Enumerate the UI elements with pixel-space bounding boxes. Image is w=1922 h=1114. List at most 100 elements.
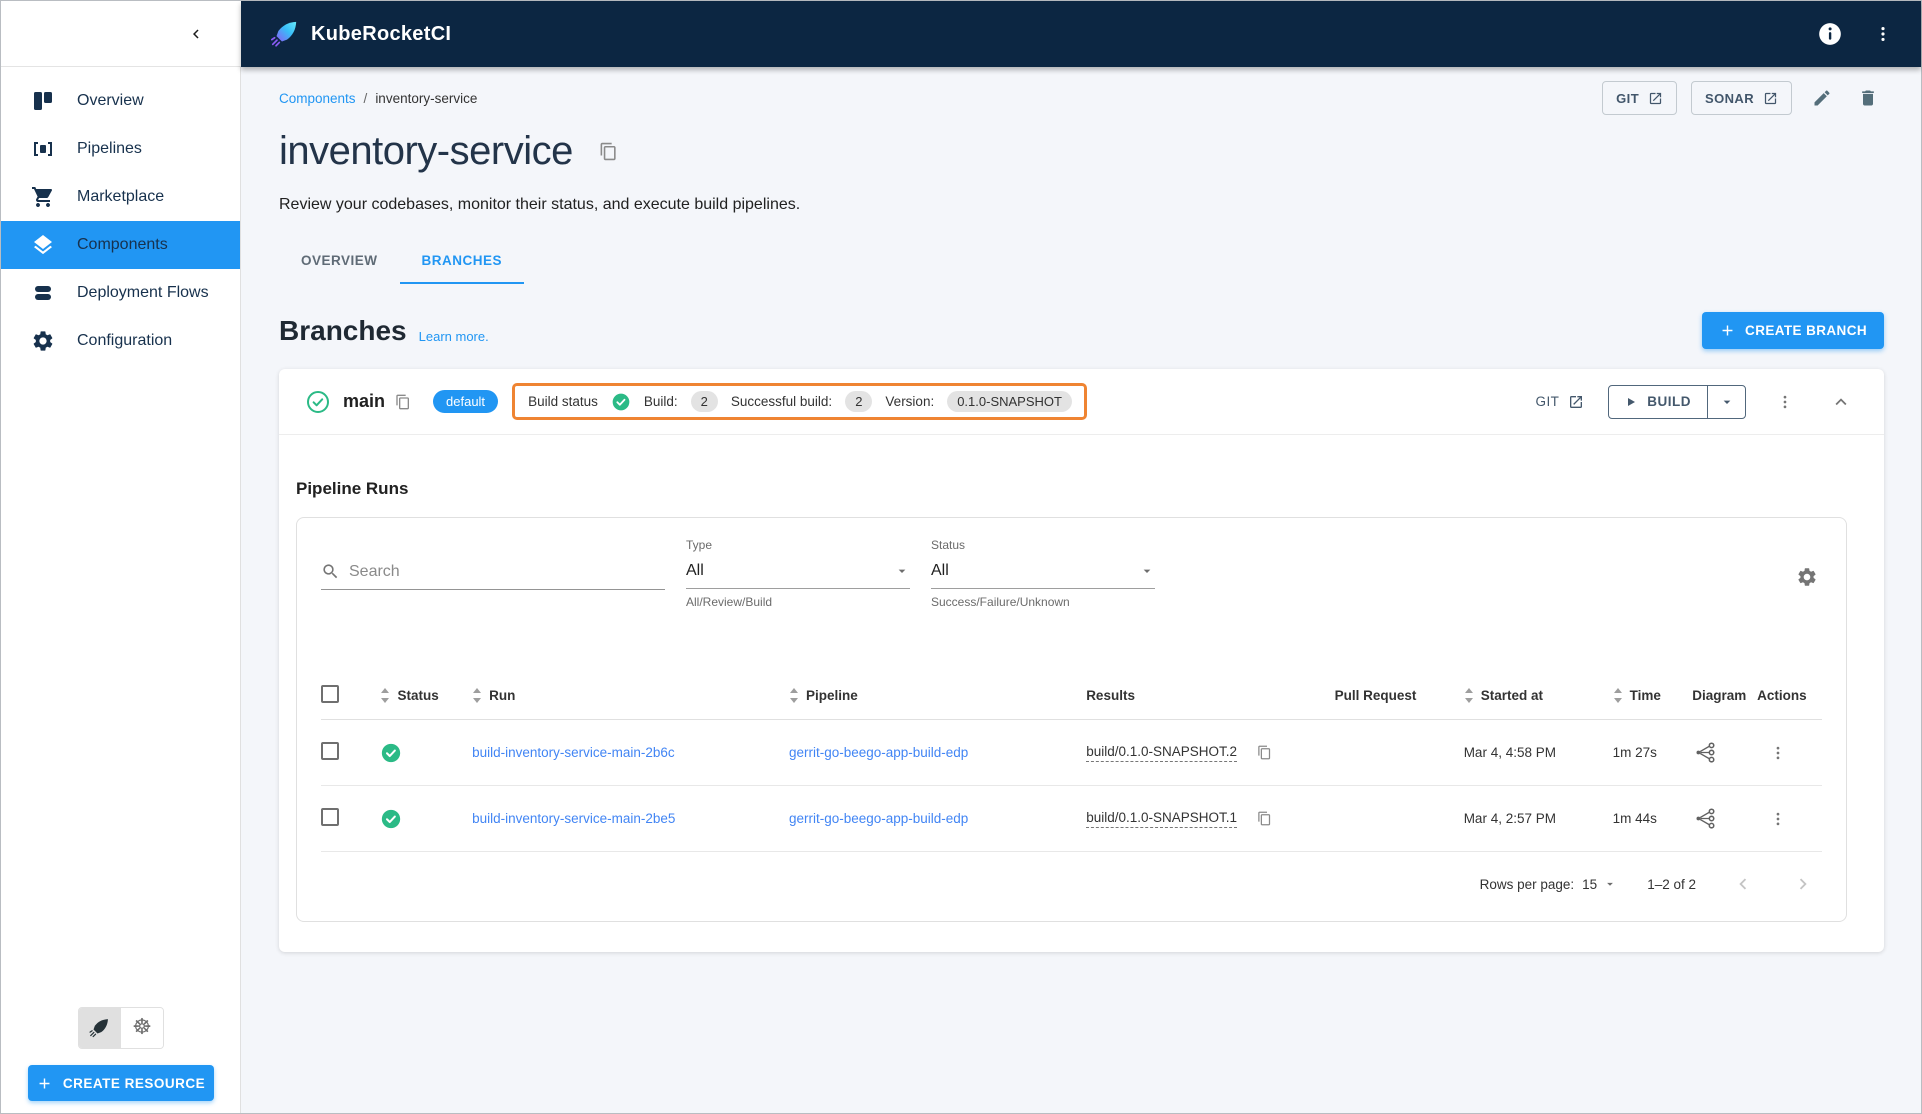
kubernetes-view-toggle[interactable]: ☸ — [120, 1008, 163, 1048]
sidebar-item-marketplace[interactable]: Marketplace — [1, 173, 240, 221]
next-page-button[interactable] — [1786, 867, 1820, 901]
tab-overview[interactable]: OVERVIEW — [279, 240, 400, 284]
search-icon — [321, 562, 340, 581]
pagination: Rows per page: 15 1–2 of 2 — [321, 852, 1822, 915]
diagram-tree-icon — [1694, 807, 1717, 830]
rows-per-page-select[interactable]: 15 — [1582, 877, 1617, 892]
result-link[interactable]: build/0.1.0-SNAPSHOT.1 — [1086, 810, 1238, 828]
result-link[interactable]: build/0.1.0-SNAPSHOT.2 — [1086, 744, 1238, 762]
create-resource-label: CREATE RESOURCE — [62, 1075, 206, 1091]
status-filter-helper: Success/Failure/Unknown — [931, 595, 1070, 609]
header-menu-button[interactable] — [1867, 18, 1899, 50]
chevron-up-icon — [1830, 391, 1852, 413]
sidebar-item-deployment-flows[interactable]: Deployment Flows — [1, 269, 240, 317]
sidebar-item-pipelines[interactable]: Pipelines — [1, 125, 240, 173]
table-settings-button[interactable] — [1792, 562, 1822, 592]
branch-menu-button[interactable] — [1770, 387, 1800, 417]
header-actions — [1811, 15, 1899, 53]
sort-icon[interactable] — [1613, 688, 1623, 703]
info-button[interactable] — [1811, 15, 1849, 53]
edit-button[interactable] — [1806, 82, 1838, 114]
pencil-icon — [1812, 88, 1832, 108]
branch-git-link[interactable]: GIT — [1536, 394, 1585, 410]
time-value: 1m 44s — [1612, 811, 1657, 826]
version-badge: 0.1.0-SNAPSHOT — [947, 391, 1072, 412]
sonar-button-label: SONAR — [1705, 90, 1754, 106]
row-checkbox[interactable] — [321, 808, 339, 826]
sidebar-header — [1, 1, 241, 67]
sidebar-item-configuration[interactable]: Configuration — [1, 317, 240, 365]
type-filter-select[interactable]: All — [686, 562, 910, 589]
breadcrumb: Components / inventory-service — [279, 91, 477, 106]
create-resource-button[interactable]: CREATE RESOURCE — [27, 1065, 214, 1101]
info-icon — [1817, 21, 1843, 47]
column-header-time[interactable]: Time — [1630, 688, 1661, 703]
run-success-icon — [380, 742, 472, 764]
sort-icon[interactable] — [789, 688, 799, 703]
column-header-status[interactable]: Status — [397, 688, 438, 703]
sort-icon[interactable] — [380, 688, 390, 703]
sidebar-item-label: Components — [77, 236, 168, 253]
successful-build-label: Successful build: — [730, 394, 833, 409]
copy-result-button[interactable] — [1257, 745, 1272, 760]
column-header-pipeline[interactable]: Pipeline — [806, 688, 858, 703]
learn-more-link[interactable]: Learn more. — [419, 329, 489, 349]
search-input[interactable] — [349, 562, 665, 581]
row-actions-button[interactable] — [1757, 806, 1791, 832]
create-branch-button[interactable]: CREATE BRANCH — [1702, 312, 1884, 349]
build-button-label: BUILD — [1647, 394, 1691, 409]
previous-page-button[interactable] — [1726, 867, 1760, 901]
build-options-caret-button[interactable] — [1707, 385, 1745, 418]
gear-icon — [1796, 566, 1818, 588]
column-header-run[interactable]: Run — [489, 688, 515, 703]
stacked-bars-icon — [31, 281, 55, 305]
sidebar-footer: ☸ CREATE RESOURCE — [1, 1007, 240, 1113]
rows-per-page-value: 15 — [1582, 876, 1598, 892]
row-checkbox[interactable] — [321, 742, 339, 760]
page-title-row: inventory-service — [279, 129, 1884, 174]
run-success-icon — [380, 808, 472, 830]
run-link[interactable]: build-inventory-service-main-2b6c — [472, 745, 675, 760]
copy-title-button[interactable] — [599, 142, 618, 161]
started-at-value: Mar 4, 2:57 PM — [1463, 811, 1556, 826]
delete-button[interactable] — [1852, 82, 1884, 114]
sidebar-item-label: Overview — [77, 92, 144, 109]
view-toggle-group: ☸ — [77, 1007, 164, 1049]
kuberocketci-view-toggle[interactable] — [78, 1008, 121, 1048]
sidebar-item-overview[interactable]: Overview — [1, 77, 240, 125]
tab-branches[interactable]: BRANCHES — [399, 240, 525, 284]
row-actions-button[interactable] — [1757, 740, 1791, 766]
copy-result-button[interactable] — [1257, 811, 1272, 826]
type-filter-label: Type — [686, 538, 713, 552]
table-header-row: Status Run Pipeline Results Pull Request… — [321, 671, 1822, 720]
build-split-button: BUILD — [1608, 384, 1746, 419]
sort-icon[interactable] — [472, 688, 482, 703]
pipeline-link[interactable]: gerrit-go-beego-app-build-edp — [789, 811, 968, 826]
kebab-menu-icon — [1873, 24, 1893, 44]
build-button[interactable]: BUILD — [1609, 386, 1707, 418]
pagination-range: 1–2 of 2 — [1647, 876, 1696, 892]
sidebar-item-label: Configuration — [77, 332, 173, 349]
select-all-checkbox[interactable] — [321, 685, 339, 703]
branch-row-main: main default Build status Build: 2 Succe… — [279, 369, 1884, 435]
caret-down-icon — [1139, 563, 1155, 579]
column-header-results: Results — [1086, 688, 1135, 703]
pipeline-link[interactable]: gerrit-go-beego-app-build-edp — [789, 745, 968, 760]
status-filter-select[interactable]: All — [931, 562, 1155, 589]
breadcrumb-components-link[interactable]: Components — [279, 91, 356, 106]
branches-header: Branches Learn more. CREATE BRANCH — [279, 312, 1884, 349]
sidebar-collapse-button[interactable] — [181, 19, 211, 49]
sidebar-item-components[interactable]: Components — [1, 221, 240, 269]
sort-icon[interactable] — [1464, 688, 1474, 703]
copy-branch-name-button[interactable] — [395, 394, 411, 410]
sonar-button[interactable]: SONAR — [1691, 81, 1792, 115]
branch-collapse-button[interactable] — [1824, 385, 1858, 419]
column-header-started-at[interactable]: Started at — [1481, 688, 1543, 703]
diagram-button[interactable] — [1692, 805, 1719, 832]
diagram-button[interactable] — [1692, 739, 1719, 766]
git-button[interactable]: GIT — [1602, 81, 1678, 115]
rows-per-page-label: Rows per page: — [1479, 876, 1575, 892]
play-icon — [1625, 396, 1637, 408]
app-logo: KubeRocketCI — [269, 19, 451, 49]
run-link[interactable]: build-inventory-service-main-2be5 — [472, 811, 675, 826]
